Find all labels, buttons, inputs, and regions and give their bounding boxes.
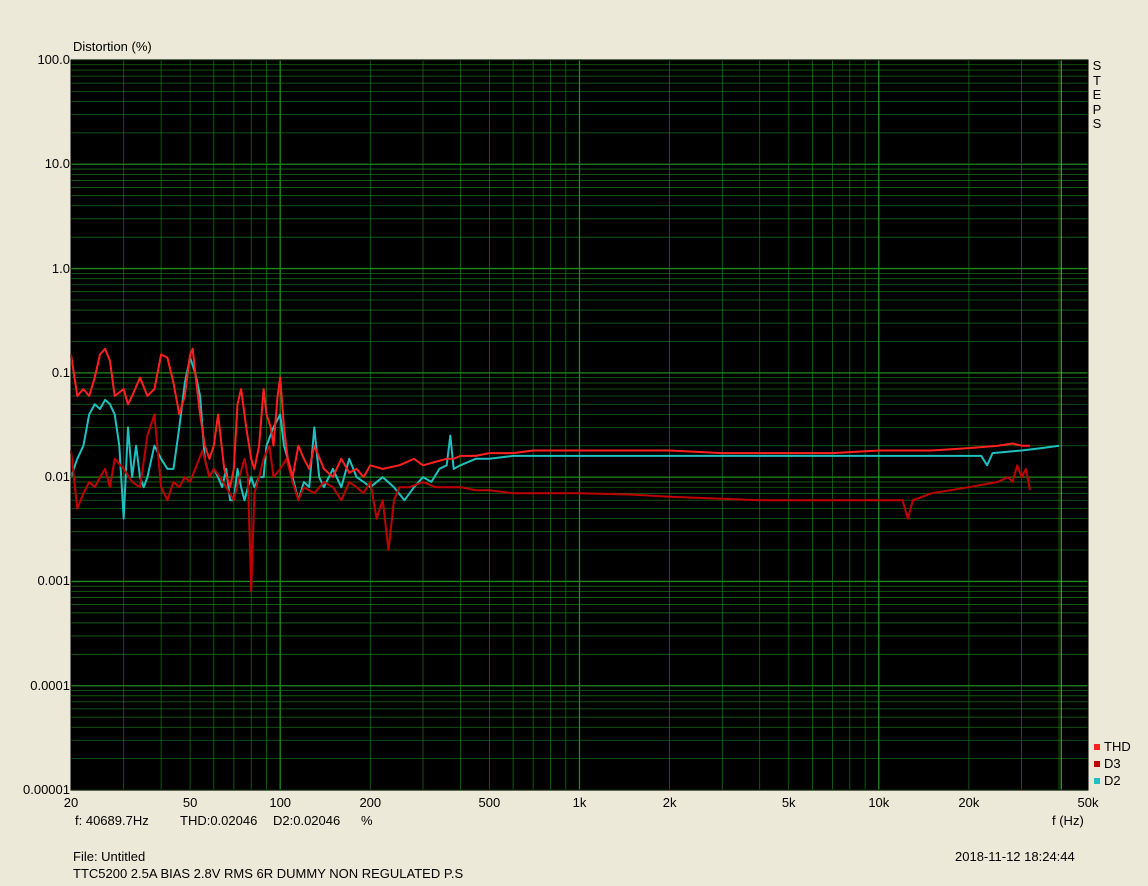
x-tick-label: 2k	[662, 795, 677, 810]
legend-swatch	[1094, 777, 1100, 784]
legend-label: THD	[1104, 739, 1131, 754]
timestamp: 2018-11-12 18:24:44	[955, 849, 1075, 864]
file-name: File: Untitled	[73, 849, 146, 864]
x-tick-label: 20k	[958, 795, 980, 810]
legend-swatch	[1094, 760, 1100, 767]
y-axis-label: Distortion (%)	[73, 39, 152, 54]
x-tick-label: 10k	[868, 795, 890, 810]
y-tick-label: 0.0001	[30, 677, 70, 693]
legend-item-d3[interactable]: D3	[1094, 756, 1121, 771]
y-tick-label: 10.0	[44, 156, 70, 172]
cursor-thd: THD:0.02046	[180, 813, 258, 828]
x-tick-label: 500	[478, 795, 501, 810]
steps-letter: S	[1092, 116, 1102, 131]
x-tick-label: 50k	[1077, 795, 1099, 810]
steps-letter: P	[1092, 101, 1102, 117]
distortion-chart	[70, 59, 1089, 791]
legend-label: D2	[1104, 773, 1121, 788]
y-tick-label: 0.01	[44, 469, 70, 485]
x-tick-label: 200	[359, 795, 382, 810]
cursor-unit: %	[361, 813, 373, 828]
y-tick-label: 100.0	[37, 52, 70, 67]
x-axis-label: f (Hz)	[1052, 813, 1084, 828]
legend-swatch	[1094, 743, 1100, 750]
legend-item-thd[interactable]: THD	[1094, 739, 1131, 754]
y-tick-label: 1.0	[51, 260, 70, 276]
steps-label: S T E P S	[1091, 58, 1103, 132]
steps-letter: E	[1092, 87, 1102, 102]
x-tick-label: 1k	[572, 795, 587, 810]
x-tick-label: 100	[269, 795, 292, 810]
cursor-d2: D2:0.02046	[273, 813, 341, 828]
steps-letter: S	[1092, 58, 1102, 73]
x-tick-label: 5k	[781, 795, 796, 810]
legend-item-d2[interactable]: D2	[1094, 773, 1121, 788]
legend-label: D3	[1104, 756, 1121, 771]
x-tick-label: 50	[182, 795, 198, 810]
cursor-frequency: f: 40689.7Hz	[75, 813, 149, 828]
plot-area	[70, 59, 1089, 791]
measurement-description: TTC5200 2.5A BIAS 2.8V RMS 6R DUMMY NON …	[73, 866, 464, 881]
y-tick-label: 0.001	[37, 573, 70, 589]
y-tick-label: 0.1	[51, 364, 70, 380]
x-tick-label: 20	[63, 795, 79, 810]
steps-letter: T	[1093, 72, 1101, 88]
